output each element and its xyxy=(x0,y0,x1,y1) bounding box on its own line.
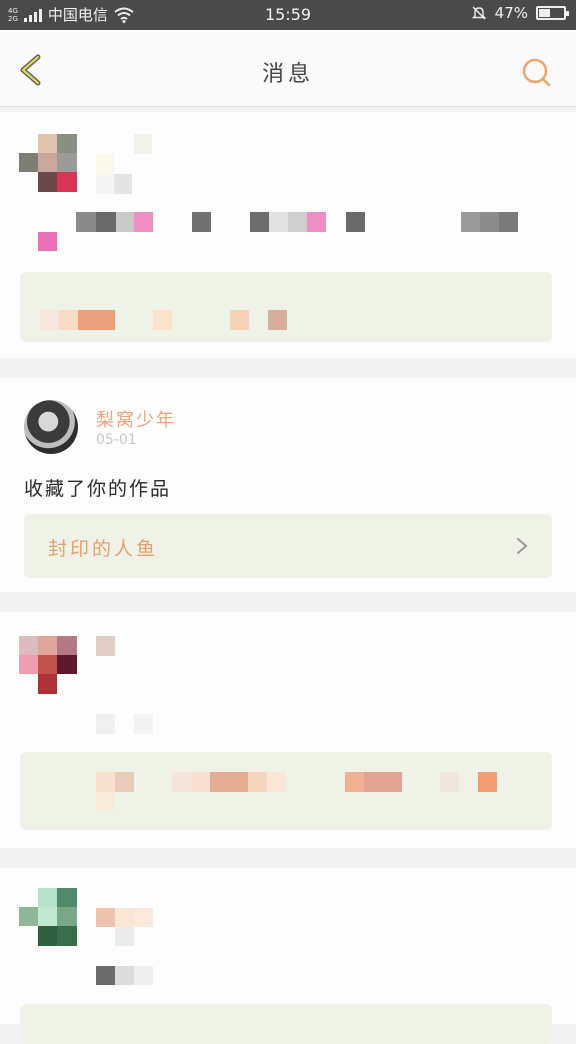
avatar-blurred xyxy=(19,888,77,946)
battery-icon xyxy=(536,6,569,20)
header: 消息 xyxy=(0,30,576,107)
blurred-work-box xyxy=(20,272,552,342)
work-title: 封印的人鱼 xyxy=(48,538,159,560)
search-icon[interactable] xyxy=(520,56,554,90)
message-card-blurred-2[interactable] xyxy=(0,612,576,848)
blurred-work-box xyxy=(20,752,552,830)
blurred-text xyxy=(38,212,538,252)
message-card-blurred-1[interactable] xyxy=(0,112,576,358)
message-date: 05-01 xyxy=(96,432,137,448)
avatar[interactable] xyxy=(24,400,78,454)
action-text: 收藏了你的作品 xyxy=(24,478,172,500)
battery-percent: 47% xyxy=(494,4,528,22)
blurred-text xyxy=(96,134,152,194)
chevron-right-icon xyxy=(517,538,528,554)
page-title: 消息 xyxy=(261,62,314,87)
message-card-blurred-3[interactable] xyxy=(0,868,576,1044)
avatar-blurred xyxy=(19,636,77,694)
status-right: 47% xyxy=(471,4,569,22)
bell-muted-icon xyxy=(471,6,486,20)
status-bar: 4G 2G 中国电信 15:59 47% xyxy=(0,0,576,30)
user-name[interactable]: 梨窝少年 xyxy=(96,406,176,432)
work-link[interactable]: 封印的人鱼 xyxy=(24,514,552,578)
blurred-work-box xyxy=(20,1004,552,1044)
avatar-blurred xyxy=(19,134,77,192)
